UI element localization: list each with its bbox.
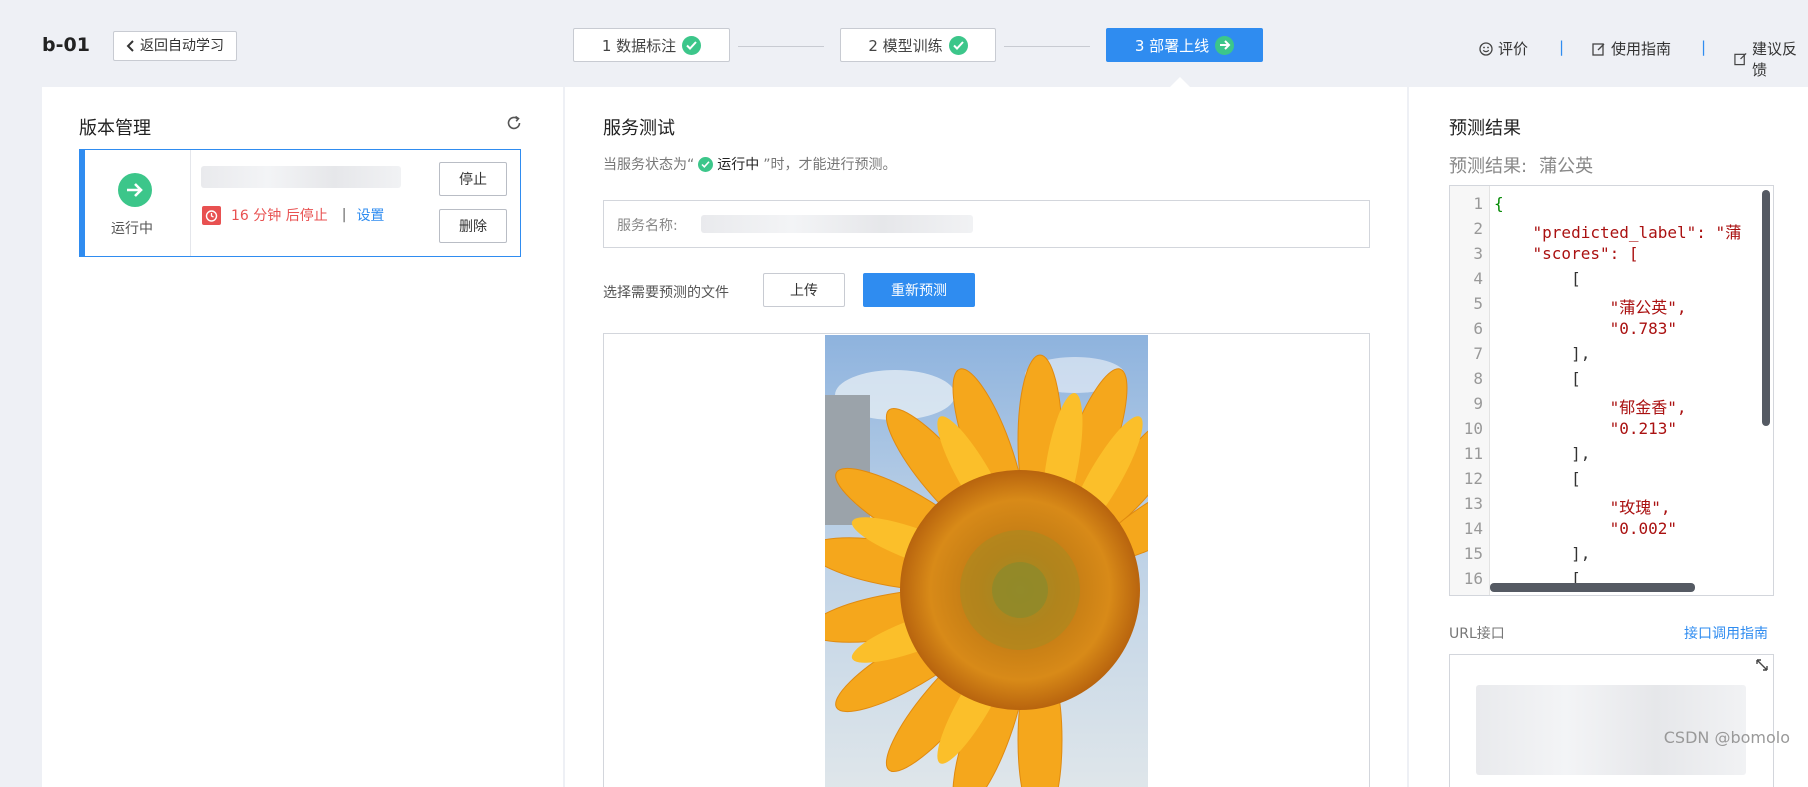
code-line: ], <box>1494 544 1591 563</box>
expand-icon[interactable] <box>1754 657 1770 677</box>
code-line: "蒲公英", <box>1494 298 1687 317</box>
code-line: "0.783" <box>1494 319 1678 338</box>
delete-button[interactable]: 删除 <box>439 209 507 243</box>
settings-link[interactable]: 设置 <box>356 205 384 225</box>
back-button[interactable]: 返回自动学习 <box>113 31 237 61</box>
service-name-label: 服务名称: <box>617 218 678 234</box>
step-connector <box>738 46 824 47</box>
chevron-left-icon <box>126 40 134 52</box>
upload-button[interactable]: 上传 <box>763 273 845 307</box>
json-viewer[interactable]: 1 2 3 4 5 6 7 8 9 10 11 12 13 14 15 16 {… <box>1449 185 1774 596</box>
vertical-scrollbar[interactable] <box>1762 190 1770 426</box>
code-line: "0.002" <box>1494 519 1678 538</box>
horizontal-scrollbar[interactable] <box>1490 583 1695 592</box>
version-card[interactable]: 运行中 16 分钟 后停止 | 设置 停止 删除 <box>79 149 521 257</box>
active-stripe <box>80 150 85 256</box>
line-number: 10 <box>1463 419 1483 438</box>
line-number: 4 <box>1473 269 1483 288</box>
step-label: 3 部署上线 <box>1134 36 1210 55</box>
hint-prefix: 当服务状态为“ <box>603 157 695 173</box>
step-deploy[interactable]: 3 部署上线 <box>1106 28 1263 62</box>
result-value: 蒲公英 <box>1539 156 1594 177</box>
code-line: "scores": [ <box>1494 244 1639 263</box>
model-id: b-01 <box>42 34 90 56</box>
line-number: 16 <box>1463 569 1483 588</box>
code-line: "郁金香", <box>1494 398 1687 417</box>
line-number: 6 <box>1473 319 1483 338</box>
line-number: 12 <box>1463 469 1483 488</box>
edit-doc-icon <box>1592 42 1605 56</box>
guide-link-label: 使用指南 <box>1611 40 1672 58</box>
file-select-label: 选择需要预测的文件 <box>603 285 729 301</box>
line-number: 5 <box>1473 294 1483 313</box>
watermark: CSDN @bomolo <box>1663 728 1790 747</box>
check-circle-icon <box>948 35 968 55</box>
back-button-label: 返回自动学习 <box>140 38 224 54</box>
service-panel-title: 服务测试 <box>603 118 675 139</box>
feedback-link[interactable]: 建议反馈 <box>1734 38 1808 80</box>
line-number: 9 <box>1473 394 1483 413</box>
service-name-field[interactable]: 服务名称: <box>603 200 1370 248</box>
code-line: "玫瑰", <box>1494 498 1671 517</box>
repredict-button[interactable]: 重新预测 <box>863 273 975 307</box>
guide-link[interactable]: 使用指南 <box>1592 38 1671 59</box>
version-name-redacted <box>201 166 401 188</box>
stop-button[interactable]: 停止 <box>439 162 507 196</box>
arrow-right-circle-icon <box>1215 35 1235 55</box>
code-line: [ <box>1494 269 1581 288</box>
hint-status: 运行中 <box>717 157 760 173</box>
refresh-icon[interactable] <box>505 114 523 136</box>
rate-link[interactable]: 评价 <box>1479 38 1528 59</box>
line-number: 15 <box>1463 544 1483 563</box>
service-hint: 当服务状态为“ 运行中 ”时，才能进行预测。 <box>603 154 897 174</box>
countdown-row: 16 分钟 后停止 | 设置 <box>202 205 384 225</box>
rate-link-label: 评价 <box>1498 40 1529 58</box>
line-number: 7 <box>1473 344 1483 363</box>
step-connector <box>1004 46 1090 47</box>
separator: | <box>341 207 347 223</box>
version-panel-title: 版本管理 <box>79 118 151 139</box>
line-number: 3 <box>1473 244 1483 263</box>
line-number: 11 <box>1463 444 1483 463</box>
countdown-text: 16 分钟 后停止 <box>231 208 328 224</box>
timer-icon <box>202 205 221 225</box>
preview-box <box>603 333 1370 787</box>
api-guide-link[interactable]: 接口调用指南 <box>1684 623 1768 643</box>
line-number: 13 <box>1463 494 1483 513</box>
line-number: 8 <box>1473 369 1483 388</box>
result-panel-title: 预测结果 <box>1449 118 1521 139</box>
line-number: 14 <box>1463 519 1483 538</box>
sunflower-image <box>825 335 1148 787</box>
separator: | <box>1701 38 1707 56</box>
url-label: URL接口 <box>1449 626 1505 642</box>
line-number: 1 <box>1473 194 1483 213</box>
code-line: ], <box>1494 444 1591 463</box>
code-line: "0.213" <box>1494 419 1678 438</box>
hint-suffix: ”时，才能进行预测。 <box>763 157 897 173</box>
divider <box>190 150 191 256</box>
step-label: 2 模型训练 <box>868 36 943 55</box>
line-gutter: 1 2 3 4 5 6 7 8 9 10 11 12 13 14 15 16 <box>1450 186 1490 595</box>
code-line: [ <box>1494 369 1581 388</box>
code-line: [ <box>1494 469 1581 488</box>
code-line: ], <box>1494 344 1591 363</box>
smile-icon <box>1479 41 1493 56</box>
url-box[interactable] <box>1449 654 1774 787</box>
step-data-labeling[interactable]: 1 数据标注 <box>573 28 730 62</box>
arrow-right-circle-icon <box>118 173 152 207</box>
separator: | <box>1559 38 1565 56</box>
result-summary: 预测结果: 蒲公英 <box>1449 152 1593 178</box>
feedback-link-label: 建议反馈 <box>1752 40 1798 79</box>
check-circle-icon <box>682 35 702 55</box>
status-text: 运行中 <box>111 221 153 237</box>
result-label: 预测结果: <box>1449 156 1528 177</box>
step-model-training[interactable]: 2 模型训练 <box>840 28 996 62</box>
check-circle-icon <box>698 156 714 172</box>
code-line: { <box>1494 194 1504 213</box>
step-label: 1 数据标注 <box>601 36 677 55</box>
code-line: "predicted_label": "蒲 <box>1494 223 1742 242</box>
feedback-icon <box>1734 52 1747 66</box>
line-number: 2 <box>1473 219 1483 238</box>
service-name-redacted <box>701 215 973 233</box>
